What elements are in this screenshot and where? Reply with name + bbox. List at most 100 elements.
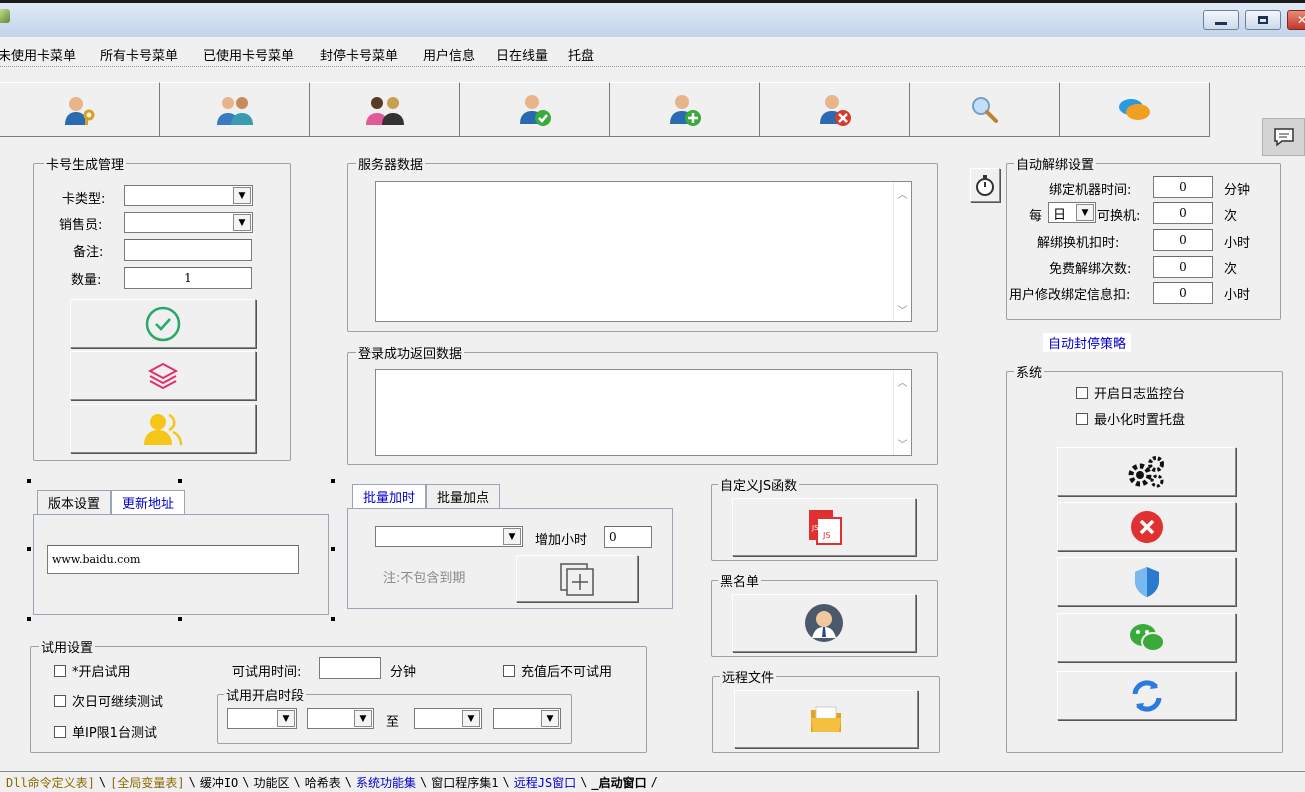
free-unbind-input[interactable]: 0: [1153, 256, 1213, 278]
users-icon: [144, 413, 183, 445]
auto-ban-link[interactable]: 自动封停策略: [1043, 333, 1132, 352]
menu-user-info[interactable]: 用户信息: [423, 45, 475, 64]
menu-tray[interactable]: 托盘: [568, 45, 594, 64]
menu-daily-online[interactable]: 日在线量: [496, 45, 548, 64]
remote-file-button[interactable]: [734, 690, 918, 748]
tab-global-vars[interactable]: [全局变量表]: [106, 774, 188, 791]
seller-select[interactable]: ▼: [124, 212, 253, 233]
toolbar-search-button[interactable]: [910, 82, 1060, 137]
end-minute-select[interactable]: ▼: [493, 708, 561, 729]
enable-trial-checkbox[interactable]: *开启试用: [54, 661, 131, 680]
single-ip-checkbox[interactable]: 单IP限1台测试: [54, 722, 157, 741]
menu-unused-cards[interactable]: 未使用卡菜单: [0, 45, 76, 64]
tab-system-functions[interactable]: 系统功能集: [352, 774, 420, 791]
end-hour-select[interactable]: ▼: [414, 708, 482, 729]
group-icon: [365, 96, 404, 125]
toolbar-users-button[interactable]: [160, 82, 310, 137]
side-chat-button[interactable]: [1262, 118, 1305, 156]
generate-users-button[interactable]: [70, 404, 256, 453]
person-icon: [805, 604, 843, 642]
user-key-icon: [64, 96, 94, 125]
remark-input[interactable]: [124, 239, 252, 261]
menu-banned-cards[interactable]: 封停卡号菜单: [320, 45, 398, 64]
minimize-button[interactable]: [1203, 10, 1239, 30]
tab-batch-time[interactable]: 批量加时: [352, 484, 427, 508]
maximize-button[interactable]: [1245, 10, 1281, 30]
generate-confirm-button[interactable]: [70, 299, 256, 348]
settings-button[interactable]: [1057, 447, 1236, 496]
toolbar-user-check-button[interactable]: [460, 82, 610, 137]
server-data-textarea[interactable]: ︿ ﹀: [375, 181, 912, 322]
tab-version-settings[interactable]: 版本设置: [37, 490, 112, 514]
js-file-icon: JSJS: [809, 510, 842, 545]
generate-layers-button[interactable]: [70, 351, 256, 400]
selection-handle: [27, 479, 31, 483]
system-title: 系统: [1014, 362, 1045, 381]
seller-label: 销售员:: [59, 218, 103, 233]
deduct-input[interactable]: 0: [1153, 229, 1213, 251]
menu-used-cards[interactable]: 已使用卡号菜单: [203, 45, 294, 64]
toolbar-user-add-button[interactable]: [610, 82, 760, 137]
blacklist-button[interactable]: [732, 594, 916, 652]
switch-count-input[interactable]: 0: [1153, 202, 1213, 224]
toolbar-group-button[interactable]: [310, 82, 460, 137]
every-period-select[interactable]: 日 ▼: [1048, 202, 1096, 223]
tab-window-assembly[interactable]: 窗口程序集1: [427, 774, 502, 791]
bind-time-input[interactable]: 0: [1153, 176, 1213, 198]
enable-trial-label: *开启试用: [72, 665, 131, 680]
modify-input[interactable]: 0: [1153, 282, 1213, 304]
selection-handle: [331, 479, 335, 483]
users-icon: [216, 96, 253, 125]
minimize-tray-checkbox[interactable]: 最小化时置托盘: [1076, 409, 1185, 428]
checkbox-box: [54, 694, 66, 707]
batch-card-select[interactable]: ▼: [375, 526, 523, 547]
free-unbind-label: 免费解绑次数:: [1049, 262, 1132, 277]
custom-js-button[interactable]: JS JS: [732, 498, 916, 556]
start-hour-select[interactable]: ▼: [227, 708, 297, 729]
trial-time-input[interactable]: [319, 657, 381, 679]
security-button[interactable]: [1057, 557, 1236, 606]
tab-batch-points[interactable]: 批量加点: [426, 484, 501, 508]
checkbox-box: [54, 725, 66, 738]
toolbar-user-remove-button[interactable]: [760, 82, 910, 137]
tab-function-area[interactable]: 功能区: [250, 774, 294, 791]
tab-dll-commands[interactable]: Dll命令定义表]: [2, 774, 99, 791]
trial-time-label: 可试用时间:: [232, 665, 302, 680]
close-button[interactable]: ✕: [1287, 10, 1305, 30]
log-monitor-checkbox[interactable]: 开启日志监控台: [1076, 383, 1185, 402]
checkbox-box: [503, 664, 515, 677]
login-return-textarea[interactable]: ︿ ﹀: [375, 369, 912, 456]
close-icon: ✕: [1296, 13, 1305, 27]
tab-remote-js-window[interactable]: 远程JS窗口: [510, 774, 580, 791]
menu-all-cards[interactable]: 所有卡号菜单: [100, 45, 178, 64]
toolbar-user-key-button[interactable]: [0, 82, 160, 137]
refresh-button[interactable]: [1057, 671, 1236, 720]
update-url-input[interactable]: www.baidu.com: [47, 545, 299, 574]
quantity-input[interactable]: 1: [124, 267, 252, 289]
tab-hash-table[interactable]: 哈希表: [301, 774, 345, 791]
timer-button[interactable]: [970, 168, 1000, 202]
app-icon: [0, 9, 10, 23]
start-minute-select[interactable]: ▼: [307, 708, 374, 729]
next-day-trial-label: 次日可继续测试: [72, 695, 164, 710]
next-day-trial-checkbox[interactable]: 次日可继续测试: [54, 691, 163, 710]
menu-bar: [0, 37, 1305, 67]
scrollbar[interactable]: ︿ ﹀: [893, 370, 911, 455]
wechat-button[interactable]: [1057, 613, 1236, 662]
add-hours-input[interactable]: 0: [604, 526, 652, 548]
close-circle-icon: [1130, 510, 1163, 543]
exit-button[interactable]: [1057, 502, 1236, 551]
batch-add-button[interactable]: [516, 555, 638, 602]
tab-startup-window[interactable]: _启动窗口: [587, 774, 650, 791]
tab-buffer-io[interactable]: 缓冲IO: [196, 774, 242, 791]
add-hours-label: 增加小时: [535, 533, 588, 548]
toolbar-chat-button[interactable]: [1060, 82, 1210, 137]
scrollbar[interactable]: ︿ ﹀: [893, 182, 911, 321]
card-type-select[interactable]: ▼: [124, 185, 253, 206]
selection-handle: [331, 547, 335, 551]
no-trial-after-recharge-checkbox[interactable]: 充值后不可试用: [503, 661, 612, 680]
login-return-title: 登录成功返回数据: [356, 343, 465, 362]
tab-update-url[interactable]: 更新地址: [111, 490, 186, 514]
free-unbind-unit: 次: [1224, 262, 1238, 277]
minimize-icon: [1215, 21, 1227, 25]
